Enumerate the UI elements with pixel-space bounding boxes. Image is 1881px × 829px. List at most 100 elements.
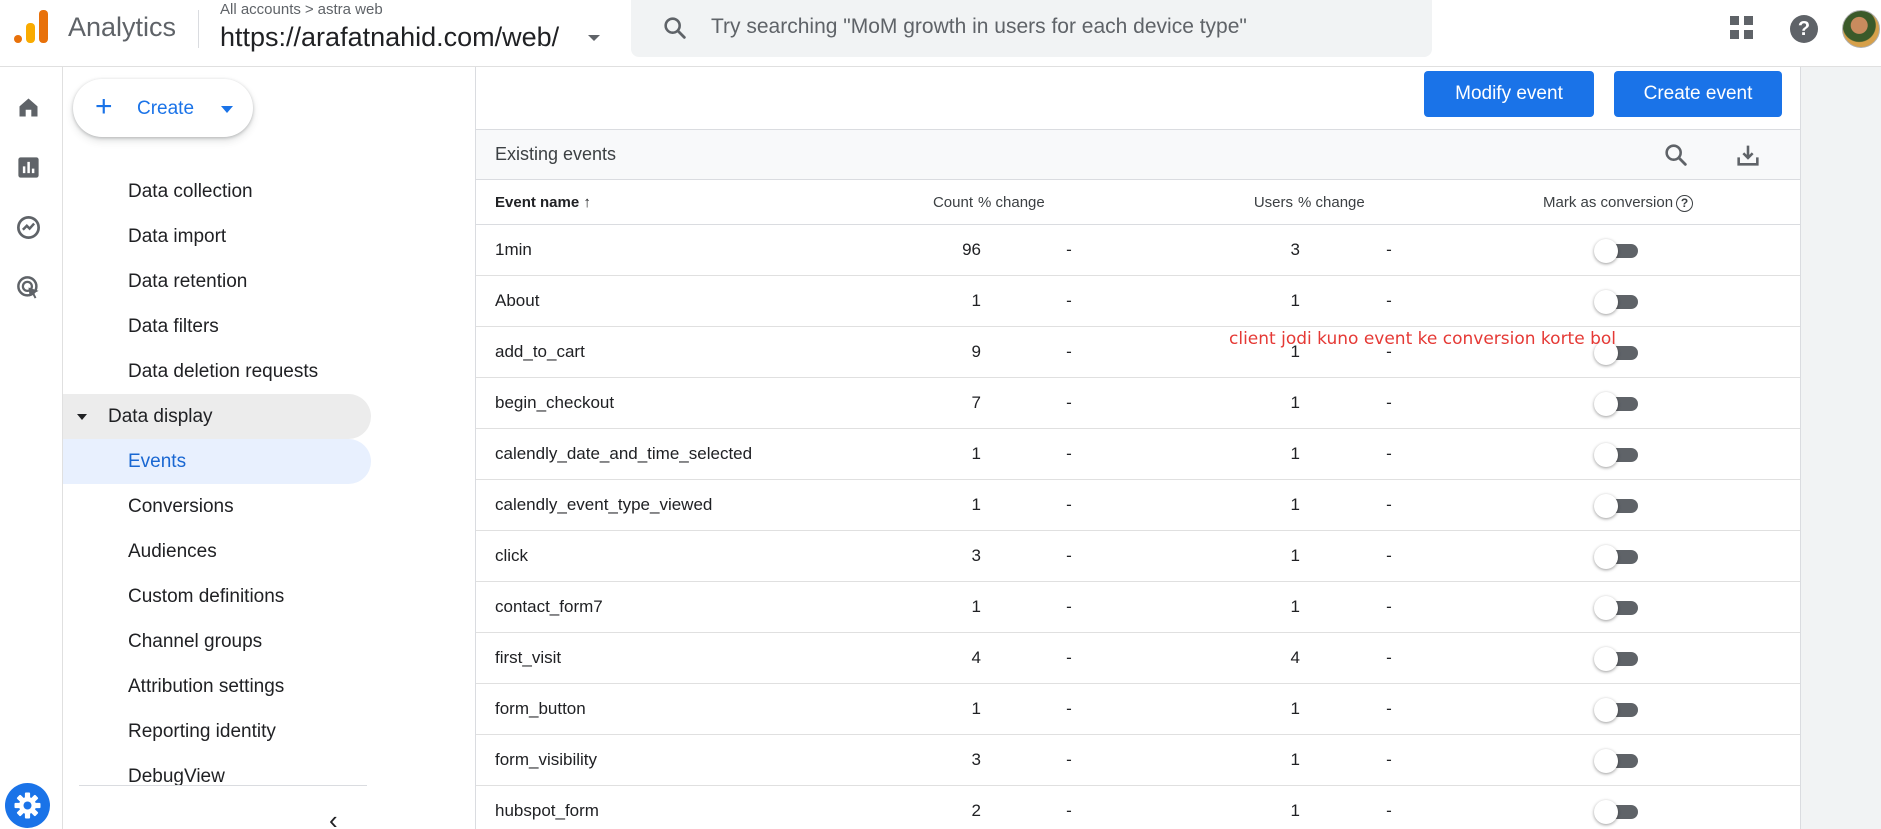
mark-as-conversion-toggle[interactable] <box>1594 749 1640 773</box>
event-name-cell[interactable]: 1min <box>495 240 532 260</box>
mark-as-conversion-toggle[interactable] <box>1594 443 1640 467</box>
table-row[interactable]: first_visit 4 - 4 - <box>476 633 1800 684</box>
table-row[interactable]: contact_form7 1 - 1 - <box>476 582 1800 633</box>
event-name-cell[interactable]: add_to_cart <box>495 342 585 362</box>
column-header-count[interactable]: Count <box>915 194 973 211</box>
event-name-cell[interactable]: first_visit <box>495 648 561 668</box>
divider <box>198 10 199 48</box>
nav-item-data-import[interactable]: Data import <box>63 214 371 259</box>
nav-item-attribution-settings[interactable]: Attribution settings <box>63 664 371 709</box>
account-breadcrumb[interactable]: All accounts > astra web <box>220 1 383 18</box>
nav-item-debugview[interactable]: DebugView <box>63 754 371 799</box>
mark-as-conversion-toggle[interactable] <box>1594 392 1640 416</box>
mark-as-conversion-toggle[interactable] <box>1594 800 1640 824</box>
table-row[interactable]: calendly_date_and_time_selected 1 - 1 - <box>476 429 1800 480</box>
nav-item-data-retention[interactable]: Data retention <box>63 259 371 304</box>
nav-item-events[interactable]: Events <box>63 439 371 484</box>
mark-as-conversion-toggle[interactable] <box>1594 545 1640 569</box>
nav-item-data-deletion-requests[interactable]: Data deletion requests <box>63 349 371 394</box>
users-change-cell: - <box>1386 393 1392 412</box>
nav-section-data-display[interactable]: Data display <box>63 394 371 439</box>
reports-icon[interactable] <box>15 154 42 181</box>
property-selector[interactable]: https://arafatnahid.com/web/ <box>220 22 559 53</box>
users-cell: 1 <box>1290 291 1300 310</box>
mark-as-conversion-toggle[interactable] <box>1594 239 1640 263</box>
count-change-cell: - <box>1066 495 1072 514</box>
table-row[interactable]: 1min 96 - 3 - <box>476 225 1800 276</box>
event-name-cell[interactable]: begin_checkout <box>495 393 614 413</box>
users-cell: 1 <box>1290 699 1300 718</box>
analytics-logo[interactable] <box>10 8 50 48</box>
chevron-right-icon: > <box>304 1 314 18</box>
mark-as-conversion-toggle[interactable] <box>1594 647 1640 671</box>
explore-icon[interactable] <box>15 214 42 241</box>
events-card: Modify event Create event Existing event… <box>475 67 1801 829</box>
count-change-cell: - <box>1066 750 1072 769</box>
mark-as-conversion-toggle[interactable] <box>1594 698 1640 722</box>
table-header-bar: Existing events <box>476 129 1800 180</box>
download-icon[interactable] <box>1734 141 1762 169</box>
admin-gear-icon[interactable] <box>5 783 50 828</box>
event-name-cell[interactable]: form_visibility <box>495 750 597 770</box>
users-cell: 1 <box>1290 750 1300 769</box>
mark-as-conversion-toggle[interactable] <box>1594 494 1640 518</box>
event-name-cell[interactable]: contact_form7 <box>495 597 603 617</box>
help-circle-icon[interactable]: ? <box>1676 194 1694 212</box>
column-label: Mark as conversion <box>1543 194 1674 211</box>
search-bar[interactable]: Try searching "MoM growth in users for e… <box>631 0 1432 57</box>
nav-item-channel-groups[interactable]: Channel groups <box>63 619 371 664</box>
nav-item-custom-definitions[interactable]: Custom definitions <box>63 574 371 619</box>
caret-down-icon <box>77 414 87 420</box>
nav-item-conversions[interactable]: Conversions <box>63 484 371 529</box>
event-name-cell[interactable]: About <box>495 291 539 311</box>
advertising-icon[interactable] <box>15 274 42 301</box>
help-icon[interactable]: ? <box>1790 15 1818 43</box>
table-row[interactable]: click 3 - 1 - <box>476 531 1800 582</box>
apps-grid-icon[interactable] <box>1730 16 1756 42</box>
event-name-cell[interactable]: calendly_event_type_viewed <box>495 495 712 515</box>
column-header-users-change[interactable]: % change <box>1298 194 1365 211</box>
search-input[interactable]: Try searching "MoM growth in users for e… <box>711 15 1247 39</box>
table-row[interactable]: hubspot_form 2 - 1 - <box>476 786 1800 829</box>
home-icon[interactable] <box>15 94 42 121</box>
column-header-count-change[interactable]: % change <box>978 194 1045 211</box>
mark-as-conversion-toggle[interactable] <box>1594 596 1640 620</box>
users-cell: 1 <box>1290 597 1300 616</box>
table-row[interactable]: begin_checkout 7 - 1 - <box>476 378 1800 429</box>
count-cell: 1 <box>971 291 981 310</box>
event-name-cell[interactable]: hubspot_form <box>495 801 599 821</box>
nav-section-label: Data display <box>108 406 213 427</box>
create-button[interactable]: + Create <box>73 79 253 137</box>
nav-item-data-collection[interactable]: Data collection <box>63 169 371 214</box>
event-name-cell[interactable]: form_button <box>495 699 586 719</box>
breadcrumb-account[interactable]: All accounts <box>220 1 301 18</box>
column-header-users[interactable]: Users <box>1236 194 1293 211</box>
event-name-cell[interactable]: click <box>495 546 528 566</box>
create-event-button[interactable]: Create event <box>1614 71 1782 117</box>
table-row[interactable]: About 1 - 1 - <box>476 276 1800 327</box>
nav-item-data-filters[interactable]: Data filters <box>63 304 371 349</box>
nav-item-reporting-identity[interactable]: Reporting identity <box>63 709 371 754</box>
column-label: Event name <box>495 194 580 211</box>
users-cell: 1 <box>1290 546 1300 565</box>
modify-event-button[interactable]: Modify event <box>1424 71 1594 117</box>
avatar[interactable] <box>1842 10 1880 48</box>
create-label: Create <box>137 98 195 119</box>
search-icon[interactable] <box>1662 141 1690 169</box>
column-header-mark-conversion: Mark as conversion? <box>1543 194 1694 212</box>
users-cell: 1 <box>1290 393 1300 412</box>
table-row[interactable]: form_button 1 - 1 - <box>476 684 1800 735</box>
collapse-chevron-left-icon[interactable]: ‹ <box>329 805 338 829</box>
mark-as-conversion-toggle[interactable] <box>1594 290 1640 314</box>
nav-item-audiences[interactable]: Audiences <box>63 529 371 574</box>
count-change-cell: - <box>1066 393 1072 412</box>
caret-down-icon[interactable] <box>588 35 600 41</box>
count-cell: 2 <box>971 801 981 820</box>
count-cell: 1 <box>971 597 981 616</box>
column-header-event-name[interactable]: Event name ↑ <box>495 194 591 211</box>
table-row[interactable]: form_visibility 3 - 1 - <box>476 735 1800 786</box>
count-change-cell: - <box>1066 291 1072 310</box>
breadcrumb-property[interactable]: astra web <box>318 1 383 18</box>
event-name-cell[interactable]: calendly_date_and_time_selected <box>495 444 752 464</box>
table-row[interactable]: calendly_event_type_viewed 1 - 1 - <box>476 480 1800 531</box>
